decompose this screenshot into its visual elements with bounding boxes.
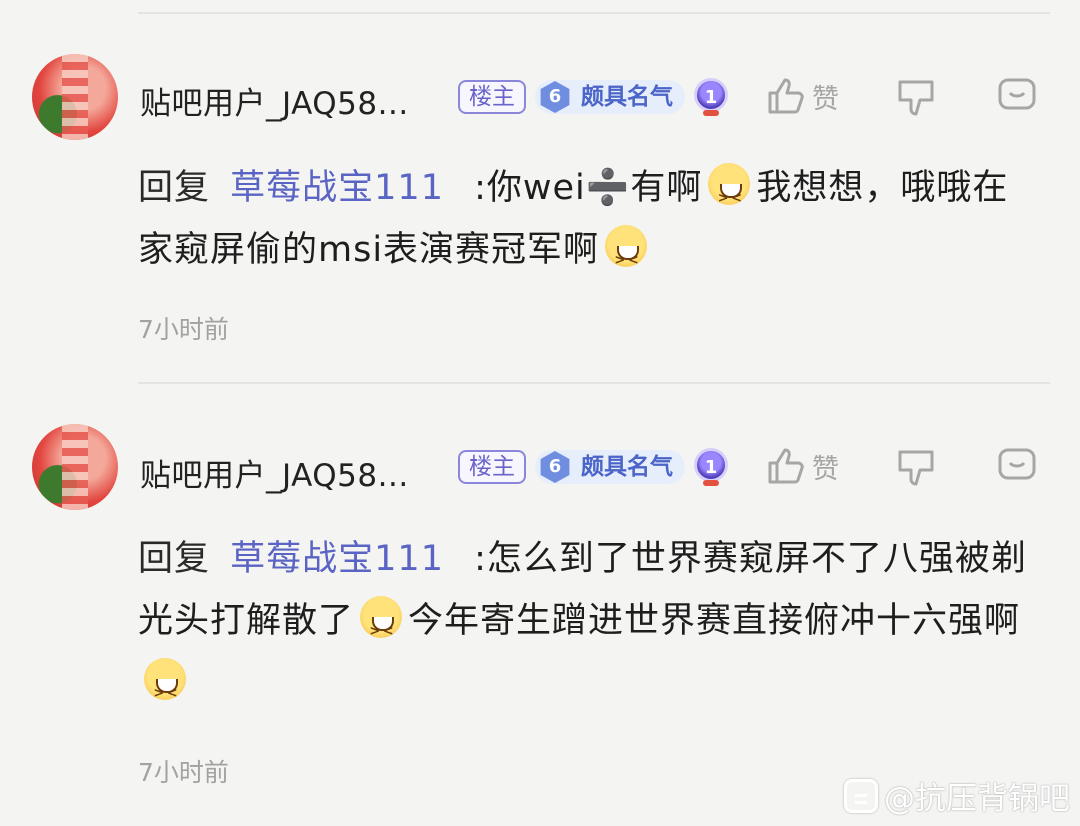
comment-text: 回复 草莓战宝111 :怎么到了世界赛窥屏不了八强被剃光头打解散了今年寄生蹭进世… — [138, 528, 1043, 725]
like-button[interactable]: 赞 — [766, 446, 839, 486]
username[interactable]: 贴吧用户_JAQ58... — [140, 78, 409, 123]
level-title: 颇具名气 — [581, 454, 673, 480]
like-label: 赞 — [812, 453, 839, 485]
timestamp: 7小时前 — [138, 758, 229, 787]
level-hex-icon: 6 — [540, 81, 570, 113]
thumbs-down-icon — [898, 450, 934, 486]
level-badge[interactable]: 6 颇具名气 — [535, 80, 685, 114]
laughing-face-emoji — [144, 658, 186, 725]
divide-symbol: ➗ — [585, 168, 631, 208]
thumbs-down-icon — [898, 80, 934, 116]
comment-bubble-icon — [998, 448, 1036, 480]
reply-button[interactable] — [997, 76, 1037, 116]
reply-button[interactable] — [997, 446, 1037, 486]
level-title: 颇具名气 — [581, 84, 673, 110]
timestamp: 7小时前 — [138, 315, 229, 344]
medal-icon[interactable]: 1 — [694, 78, 728, 116]
reply-target-link[interactable]: 草莓战宝111 — [230, 168, 444, 208]
text-segment: 有啊 — [630, 168, 703, 208]
dislike-button[interactable] — [896, 78, 936, 118]
level-hex-icon: 6 — [540, 451, 570, 483]
watermark-text: @抗压背锅吧 — [884, 781, 1070, 817]
dislike-button[interactable] — [896, 448, 936, 488]
reply-target-link[interactable]: 草莓战宝111 — [230, 539, 444, 579]
thumbs-up-icon — [768, 448, 804, 484]
host-badge: 楼主 — [458, 450, 526, 484]
top-divider — [138, 12, 1050, 14]
avatar[interactable] — [32, 54, 118, 140]
comment-bubble-icon — [998, 78, 1036, 110]
watermark: @抗压背锅吧 — [844, 773, 1070, 818]
level-badge[interactable]: 6 颇具名气 — [535, 450, 685, 484]
username[interactable]: 贴吧用户_JAQ58... — [140, 450, 409, 495]
like-button[interactable]: 赞 — [766, 76, 839, 116]
text-segment: :你wei — [474, 168, 586, 208]
comment-text: 回复 草莓战宝111 :你wei➗有啊我想想，哦哦在家窥屏偷的msi表演赛冠军啊 — [138, 157, 1043, 292]
laughing-face-emoji — [605, 225, 648, 292]
host-badge: 楼主 — [458, 80, 526, 114]
comment-divider — [138, 382, 1050, 384]
reply-prefix: 回复 — [138, 168, 211, 208]
avatar[interactable] — [32, 424, 118, 510]
medal-icon[interactable]: 1 — [694, 448, 728, 486]
text-segment: 今年寄生蹭进世界赛直接俯冲十六强啊 — [408, 601, 1021, 641]
watermark-logo-icon — [844, 778, 878, 813]
reply-prefix: 回复 — [138, 539, 211, 579]
like-label: 赞 — [812, 83, 839, 115]
laughing-face-emoji — [708, 163, 751, 230]
thumbs-up-icon — [768, 78, 804, 114]
laughing-face-emoji — [360, 596, 403, 663]
